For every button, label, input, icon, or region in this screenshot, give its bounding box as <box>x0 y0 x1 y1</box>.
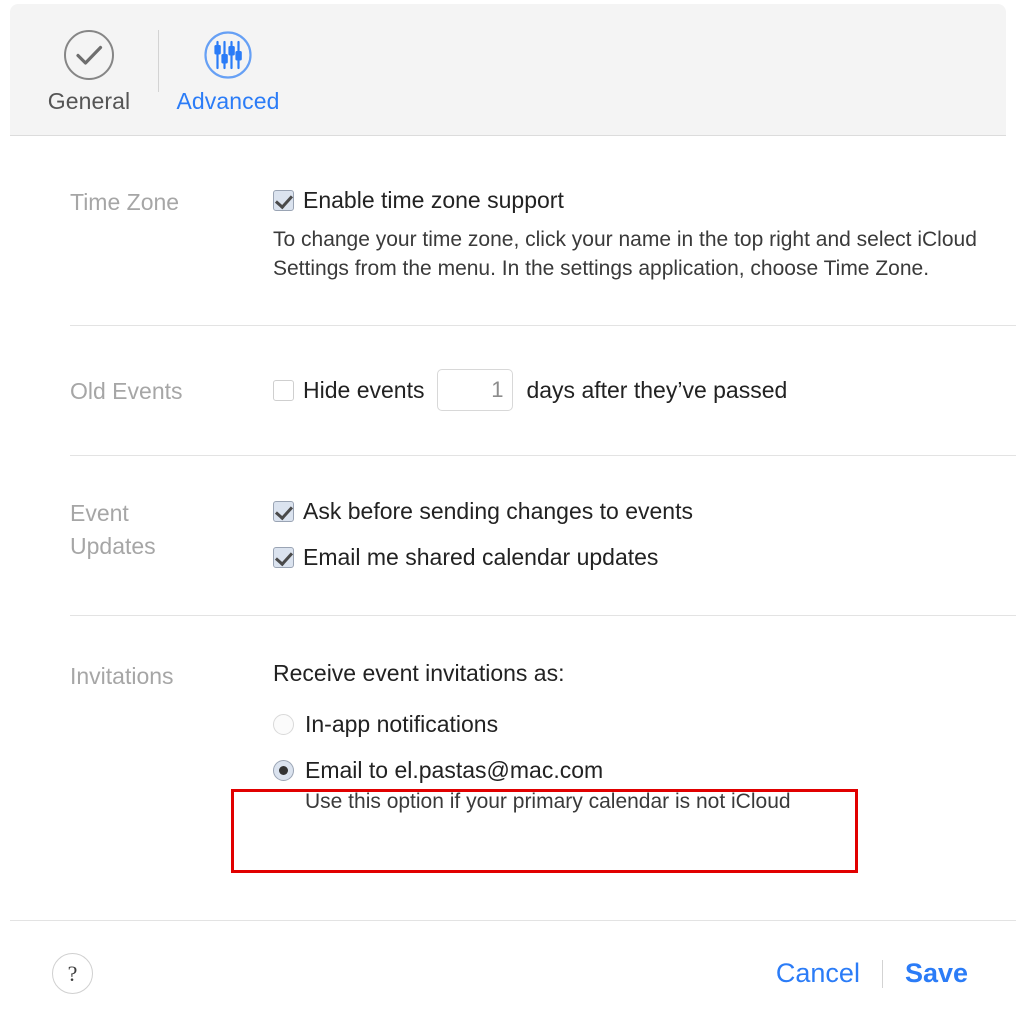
ask-before-sending-label: Ask before sending changes to events <box>303 498 693 524</box>
time-zone-help-text: To change your time zone, click your nam… <box>273 228 977 280</box>
tab-general-label: General <box>47 88 131 114</box>
tab-advanced[interactable]: Advanced <box>163 14 293 122</box>
email-invitation-option[interactable]: Email to el.pastas@mac.com Use this opti… <box>273 754 1006 816</box>
section-old-events-label: Old Events <box>70 377 183 404</box>
hide-events-checkbox[interactable] <box>273 379 294 401</box>
email-invitation-row[interactable]: Email to el.pastas@mac.com <box>273 754 1006 786</box>
enable-time-zone-support-label: Enable time zone support <box>303 187 564 213</box>
email-shared-updates-row[interactable]: Email me shared calendar updates <box>273 541 1006 573</box>
section-invitations-label: Invitations <box>70 663 174 689</box>
section-old-events-body: Hide events days after they’ve passed <box>273 369 1006 411</box>
email-invitation-label: Email to el.pastas@mac.com <box>305 757 604 783</box>
settings-content: Time Zone Enable time zone support To ch… <box>0 136 1016 860</box>
in-app-notifications-row[interactable]: In-app notifications <box>273 708 1006 740</box>
email-shared-updates-checkbox[interactable] <box>273 546 294 568</box>
in-app-notifications-radio[interactable] <box>273 713 294 735</box>
section-event-updates: Event Updates Ask before sending changes… <box>0 456 1016 615</box>
section-time-zone-body: Enable time zone support To change your … <box>273 184 1006 283</box>
footer-button-separator <box>881 959 883 988</box>
hide-events-row[interactable]: Hide events days after they’ve passed <box>273 369 1006 411</box>
enable-time-zone-support-checkbox[interactable] <box>273 189 294 211</box>
hide-events-days-input[interactable] <box>437 369 514 411</box>
tab-general[interactable]: General <box>24 14 154 122</box>
cancel-button[interactable]: Cancel <box>770 958 866 989</box>
section-event-updates-label: Event Updates <box>70 500 156 559</box>
settings-toolbar: General Advanced <box>10 4 1006 136</box>
help-button[interactable]: ? <box>52 953 93 994</box>
tab-advanced-label: Advanced <box>176 88 280 114</box>
ask-before-sending-row[interactable]: Ask before sending changes to events <box>273 495 1006 527</box>
section-invitations-body: Receive event invitations as: In-app not… <box>273 658 1006 816</box>
email-invitation-sub-text: Use this option if your primary calendar… <box>305 790 791 813</box>
invitations-heading: Receive event invitations as: <box>273 660 565 686</box>
section-event-updates-body: Ask before sending changes to events Ema… <box>220 495 1006 573</box>
section-invitations: Invitations Receive event invitations as… <box>0 616 1016 860</box>
sliders-circle-icon <box>199 26 257 84</box>
hide-events-suffix-label: days after they’ve passed <box>526 377 788 403</box>
section-time-zone-label: Time Zone <box>70 189 180 215</box>
email-shared-updates-label: Email me shared calendar updates <box>303 544 659 570</box>
ask-before-sending-checkbox[interactable] <box>273 500 294 522</box>
tab-bar: General Advanced <box>24 14 293 126</box>
section-time-zone: Time Zone Enable time zone support To ch… <box>0 136 1016 325</box>
settings-window: General Advanced Time Zone Enable time z… <box>0 0 1016 1026</box>
save-button[interactable]: Save <box>899 958 986 989</box>
hide-events-label: Hide events <box>303 377 425 403</box>
tab-separator <box>158 30 159 92</box>
check-circle-icon <box>60 26 118 84</box>
section-old-events: Old Events Hide events days after they’v… <box>0 326 1016 455</box>
email-invitation-radio[interactable] <box>273 759 294 781</box>
settings-footer: ? Cancel Save <box>0 921 1016 1026</box>
enable-time-zone-support-row[interactable]: Enable time zone support <box>273 184 1006 216</box>
in-app-notifications-label: In-app notifications <box>305 711 499 737</box>
